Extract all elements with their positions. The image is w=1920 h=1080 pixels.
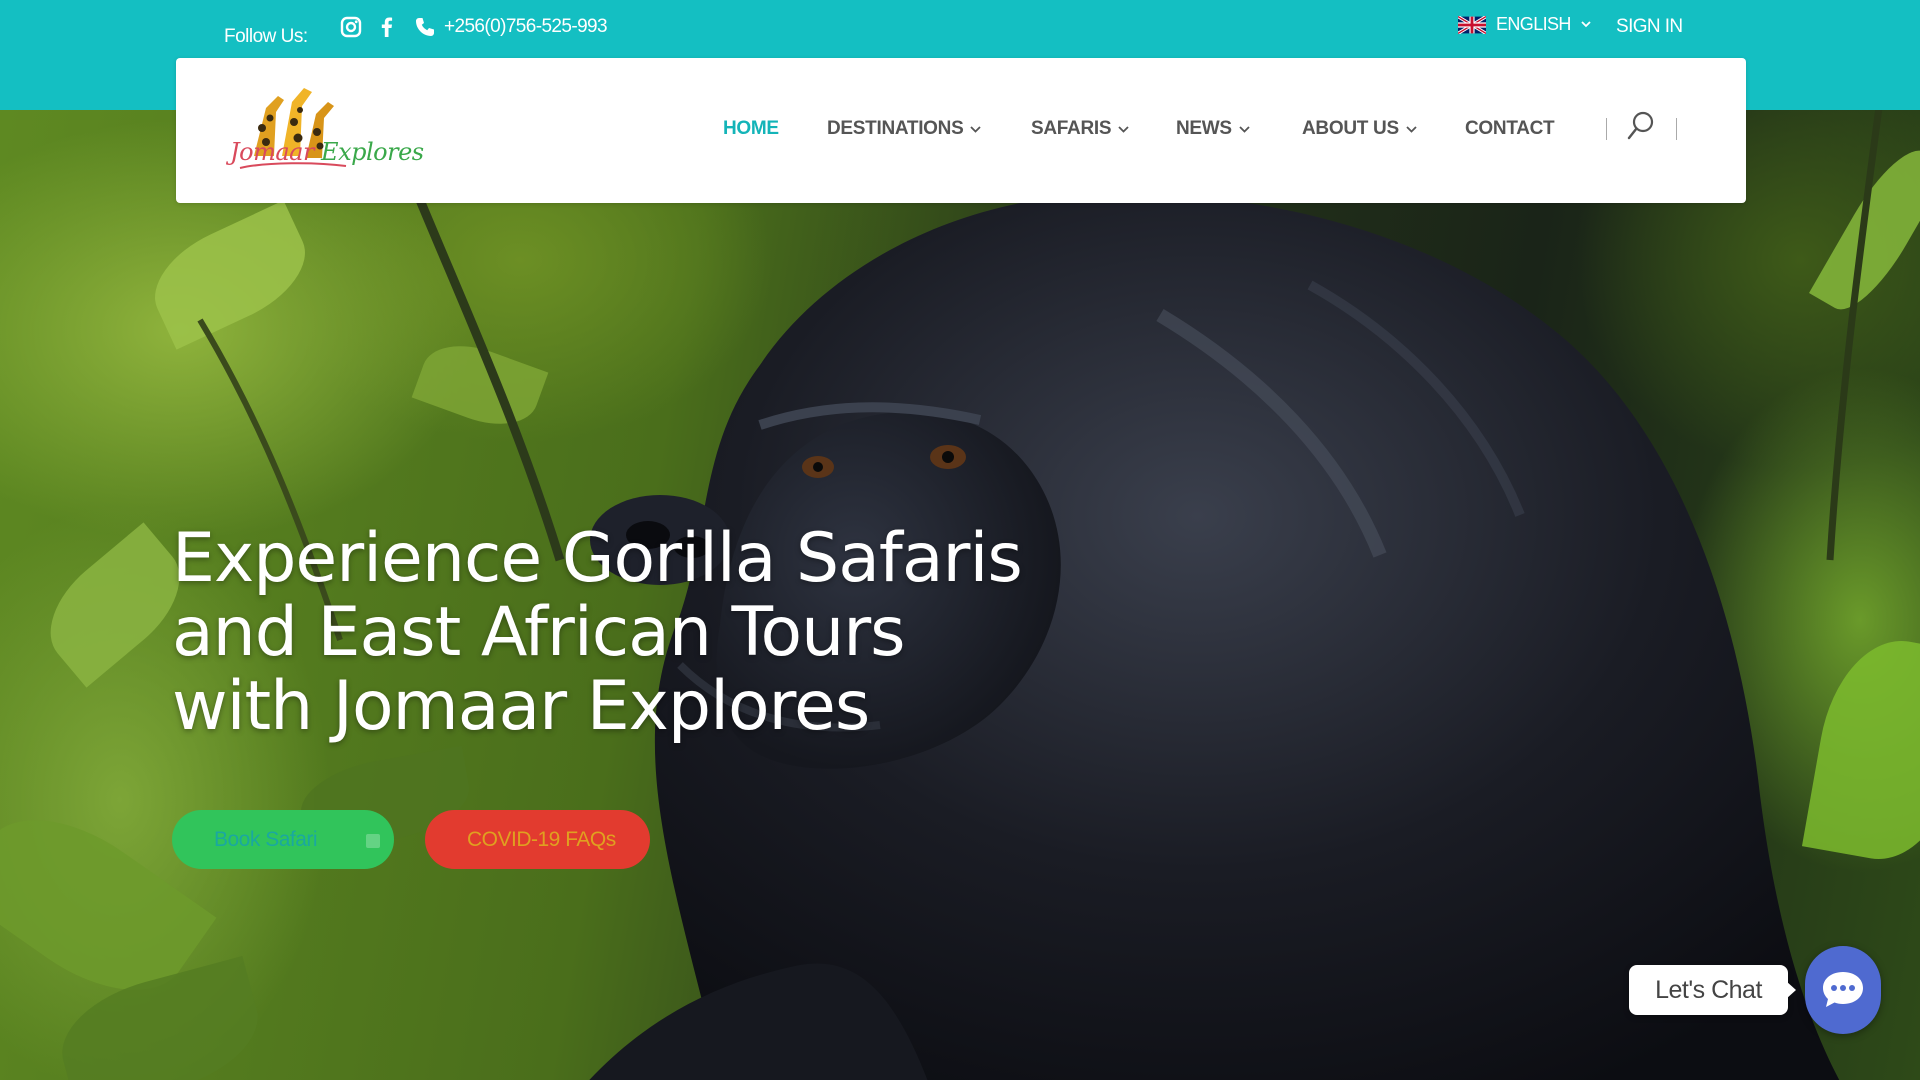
search-icon[interactable] (1626, 110, 1656, 144)
nav-item-label: DESTINATIONS (827, 118, 964, 139)
nav-item-label: HOME (723, 118, 779, 139)
language-label: ENGLISH (1496, 14, 1571, 34)
nav-item-label: ABOUT US (1302, 118, 1399, 139)
chevron-down-icon (970, 125, 982, 133)
covid-faqs-label: COVID-19 FAQs (467, 827, 616, 851)
book-safari-button[interactable]: Book Safari (172, 810, 394, 869)
nav-item-label: NEWS (1176, 118, 1232, 139)
chat-button[interactable] (1805, 946, 1881, 1034)
site-header: Jomaar Explores HOME DESTINATIONS SAFARI… (176, 58, 1746, 203)
phone-number[interactable]: +256(0)756-525-993 (444, 16, 608, 38)
follow-us-label: Follow Us: (224, 26, 308, 47)
nav-divider (1606, 118, 1607, 140)
language-selector[interactable]: ENGLISH (1458, 14, 1591, 35)
sign-in-link[interactable]: SIGN IN (1616, 16, 1683, 38)
hero-title-line: with Jomaar Explores (172, 667, 870, 746)
nav-item-safaris[interactable]: SAFARIS (1031, 118, 1129, 140)
hero-title: Experience Gorilla Safaris and East Afri… (172, 522, 1072, 744)
book-safari-label: Book Safari (214, 827, 318, 851)
chevron-down-icon (1581, 21, 1591, 28)
nav-item-label: CONTACT (1465, 118, 1555, 139)
chevron-down-icon (1239, 125, 1250, 133)
covid-faqs-button[interactable]: COVID-19 FAQs (425, 810, 650, 869)
arrow-icon (366, 834, 380, 848)
nav-item-news[interactable]: NEWS (1176, 118, 1250, 140)
nav-item-label: SAFARIS (1031, 118, 1112, 139)
nav-divider (1676, 118, 1677, 140)
facebook-icon[interactable] (376, 16, 398, 38)
chat-label-tail (1786, 981, 1796, 999)
chat-bubble-icon (1823, 972, 1863, 1007)
instagram-icon[interactable] (340, 16, 362, 38)
nav-item-home[interactable]: HOME (723, 118, 779, 140)
nav-item-contact[interactable]: CONTACT (1465, 118, 1555, 140)
logo-text-first: Jomaar (230, 138, 314, 166)
nav-item-destinations[interactable]: DESTINATIONS (827, 118, 982, 140)
phone-icon (416, 18, 434, 36)
logo-text-second: Explores (313, 138, 424, 166)
hero-title-line: Experience Gorilla Safaris (172, 519, 1023, 598)
uk-flag-icon (1458, 15, 1486, 34)
nav-item-about-us[interactable]: ABOUT US (1302, 118, 1417, 140)
hero-title-line: and East African Tours (172, 593, 906, 672)
logo-giraffe-icon[interactable] (226, 78, 406, 186)
chevron-down-icon (1118, 125, 1129, 133)
chevron-down-icon (1406, 125, 1417, 133)
lets-chat-label[interactable]: Let's Chat (1629, 965, 1788, 1015)
logo-text[interactable]: Jomaar Explores (230, 138, 424, 166)
